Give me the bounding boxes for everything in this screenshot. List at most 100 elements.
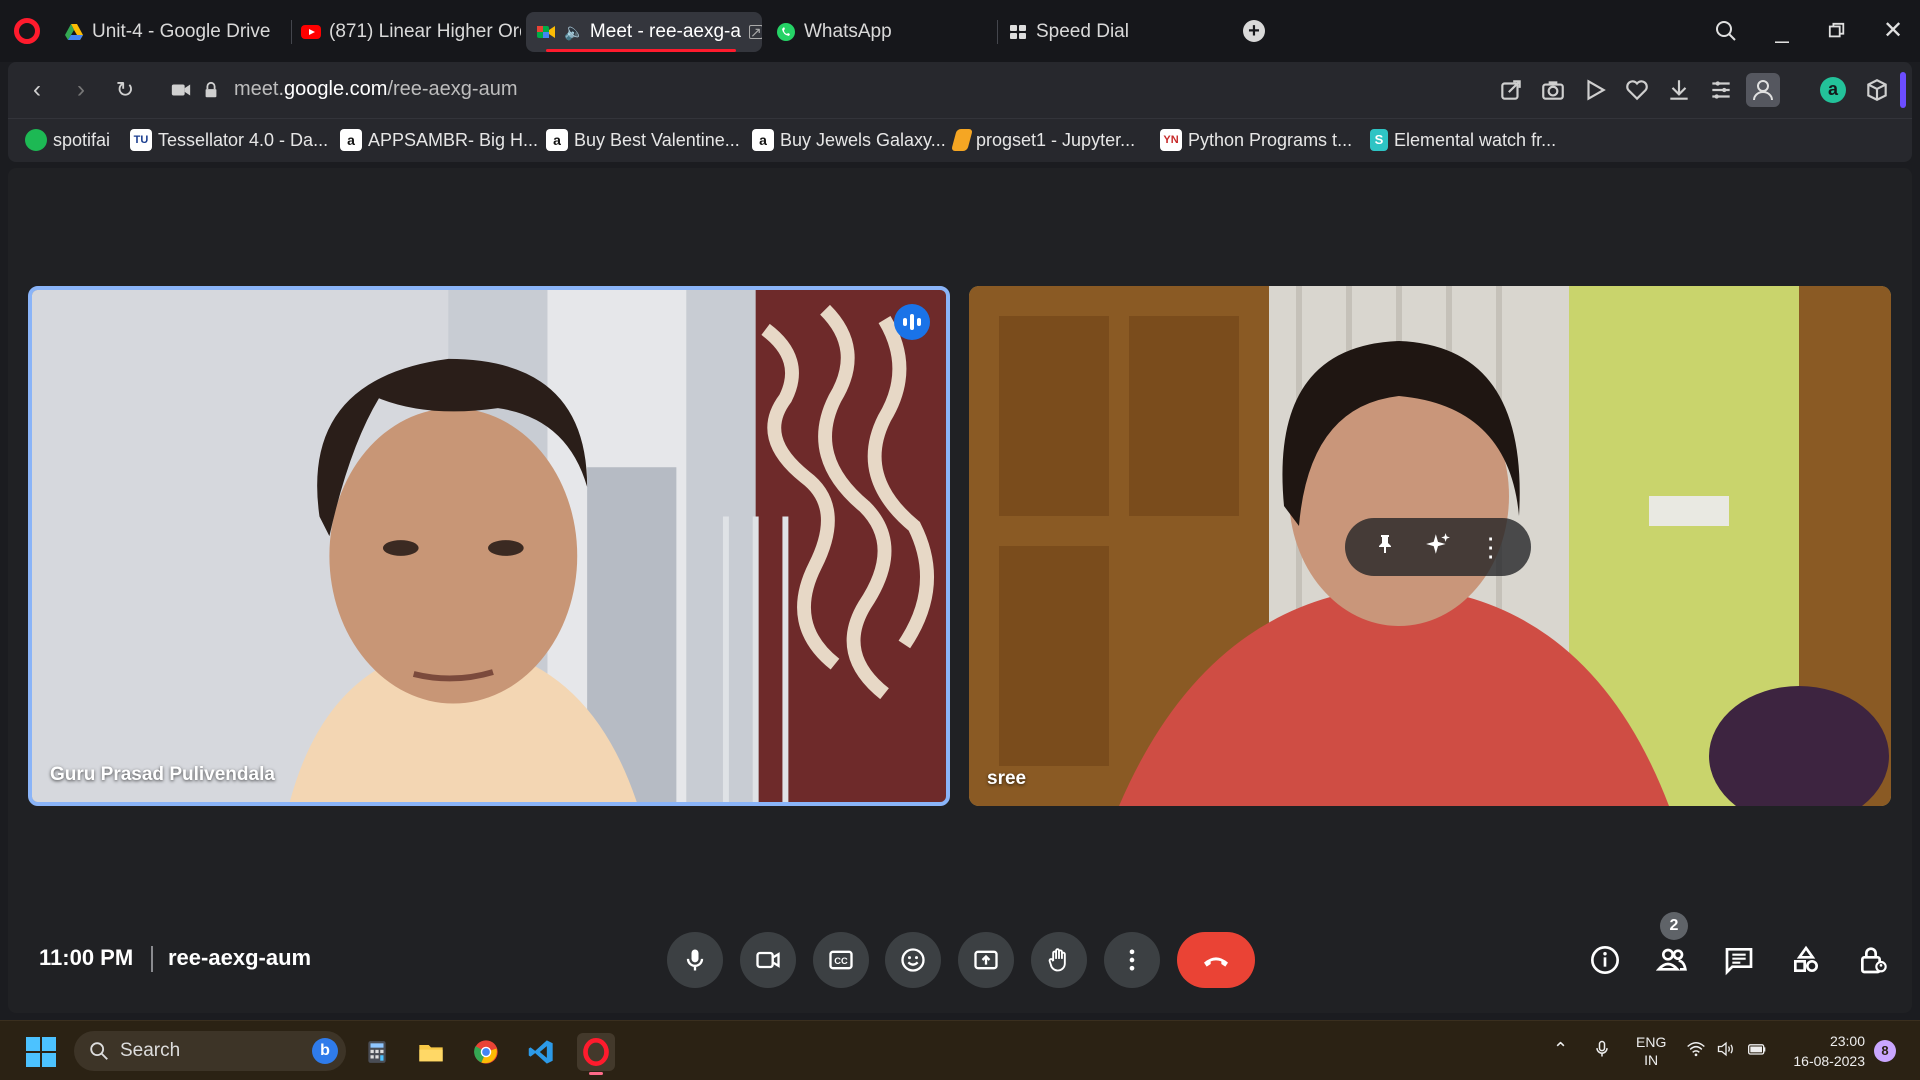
volume-icon[interactable] — [1716, 1039, 1736, 1064]
meeting-details-button[interactable] — [1585, 940, 1625, 980]
clock-date: 16-08-2023 — [1793, 1053, 1865, 1069]
url-field[interactable]: meet.google.com/ree-aexg-aum — [234, 78, 518, 101]
search-tabs-icon[interactable] — [1711, 16, 1741, 46]
reactions-button[interactable] — [885, 932, 941, 988]
pin-icon[interactable] — [1367, 532, 1403, 563]
youtube-icon — [301, 25, 321, 39]
url-prefix: meet. — [234, 78, 285, 100]
spotify-icon — [25, 129, 47, 151]
show-hidden-icons[interactable]: ⌃ — [1553, 1039, 1568, 1060]
lock-icon[interactable] — [196, 75, 226, 105]
visual-effects-icon[interactable] — [1420, 531, 1456, 564]
camera-in-use-icon[interactable] — [166, 75, 196, 105]
speed-dial-icon — [1010, 25, 1026, 39]
forward-button[interactable]: › — [66, 75, 96, 105]
windows-taskbar: Search b ⌃ ENG IN 23:00 16-08-2023 8 — [0, 1020, 1920, 1080]
player-icon[interactable] — [1582, 77, 1608, 103]
region-code: IN — [1644, 1052, 1659, 1068]
amazon-icon: a — [752, 129, 774, 151]
restore-button[interactable] — [1822, 16, 1852, 46]
snapshot-icon[interactable] — [1540, 77, 1566, 103]
tab-google-meet[interactable]: 🔈 Meet - ree-aexg-a ↗ — [526, 12, 762, 52]
bookmark-label: Buy Jewels Galaxy... — [780, 129, 946, 150]
chrome-app-icon[interactable] — [467, 1033, 505, 1071]
closed-captions-icon: CC — [829, 950, 853, 970]
notification-badge[interactable]: 8 — [1874, 1040, 1896, 1062]
minimize-button[interactable]: _ — [1767, 16, 1797, 46]
send-to-flow-icon[interactable] — [1498, 77, 1524, 103]
microphone-button[interactable] — [667, 932, 723, 988]
opera-menu-icon[interactable] — [14, 18, 40, 44]
bookmark-jewels[interactable]: a Buy Jewels Galaxy... — [752, 129, 946, 151]
bookmark-jupyter[interactable]: progset1 - Jupyter... — [951, 129, 1135, 151]
meeting-time: 11:00 PM — [39, 945, 134, 970]
input-language[interactable]: ENG IN — [1636, 1033, 1666, 1069]
system-clock[interactable]: 23:00 16-08-2023 — [1787, 1031, 1865, 1071]
activities-button[interactable] — [1786, 940, 1826, 980]
audio-playing-icon[interactable]: 🔈 — [564, 22, 584, 42]
active-app-indicator — [589, 1072, 603, 1075]
emoji-icon — [901, 948, 925, 972]
close-window-button[interactable]: ✕ — [1878, 16, 1908, 46]
bookmark-heart-icon[interactable] — [1624, 77, 1650, 103]
sidebar-accent-bar — [1900, 72, 1906, 108]
profile-avatar[interactable] — [1746, 73, 1780, 107]
bookmark-valentine[interactable]: a Buy Best Valentine... — [546, 129, 740, 151]
jupyter-icon — [951, 129, 973, 151]
url-domain: google.com — [284, 78, 388, 100]
vscode-app-icon[interactable] — [522, 1033, 560, 1071]
meeting-info-separator — [151, 946, 153, 972]
more-options-button[interactable] — [1104, 932, 1160, 988]
bookmark-appsambr[interactable]: a APPSAMBR- Big H... — [340, 129, 538, 151]
tab-label: Unit-4 - Google Drive — [92, 21, 271, 42]
camera-button[interactable] — [740, 932, 796, 988]
bookmark-label: Python Programs t... — [1188, 129, 1353, 150]
end-call-icon — [1204, 957, 1228, 967]
new-tab-button[interactable]: + — [1243, 20, 1265, 42]
raise-hand-icon — [1048, 948, 1066, 972]
crypto-wallet-icon[interactable] — [1864, 77, 1890, 103]
participant-count-badge: 2 — [1660, 912, 1688, 940]
host-controls-button[interactable] — [1853, 940, 1893, 980]
windows-start-icon[interactable] — [26, 1037, 56, 1067]
tab-speed-dial[interactable]: Speed Dial — [998, 12, 1218, 52]
chat-button[interactable] — [1719, 940, 1759, 980]
leave-call-button[interactable] — [1177, 932, 1255, 988]
participant-tile-guru[interactable]: Guru Prasad Pulivendala — [28, 286, 950, 806]
bookmark-spotifai[interactable]: spotifai — [25, 129, 110, 151]
present-screen-icon — [974, 950, 998, 970]
bookmark-label: APPSAMBR- Big H... — [368, 129, 539, 150]
present-screen-button[interactable] — [958, 932, 1014, 988]
people-button[interactable] — [1652, 940, 1692, 980]
more-options-icon[interactable]: ⋮ — [1473, 532, 1509, 563]
downloads-icon[interactable] — [1666, 77, 1692, 103]
microphone-in-use-icon[interactable] — [1592, 1039, 1612, 1064]
reload-button[interactable]: ↻ — [110, 75, 140, 105]
participant-tile-sree[interactable]: ⋮ sree — [969, 286, 1891, 806]
bing-icon[interactable]: b — [312, 1038, 338, 1064]
back-button[interactable]: ‹ — [22, 75, 52, 105]
battery-icon[interactable] — [1746, 1039, 1768, 1064]
tab-google-drive[interactable]: Unit-4 - Google Drive — [54, 12, 284, 52]
calculator-app-icon[interactable] — [358, 1033, 396, 1071]
bookmark-elemental-watch[interactable]: S Elemental watch fr... — [1370, 129, 1556, 151]
taskbar-search[interactable]: Search b — [74, 1031, 346, 1071]
tab-label: Speed Dial — [1036, 21, 1129, 42]
easy-setup-icon[interactable] — [1708, 77, 1734, 103]
chat-icon — [1725, 948, 1753, 976]
url-path: /ree-aexg-aum — [387, 78, 518, 100]
bookmark-python-programs[interactable]: YN Python Programs t... — [1160, 129, 1352, 151]
tab-youtube[interactable]: (871) Linear Higher Ord — [291, 12, 521, 52]
aria-ai-icon[interactable]: a — [1820, 77, 1846, 103]
tab-whatsapp[interactable]: WhatsApp — [766, 12, 986, 52]
amazon-icon: a — [546, 129, 568, 151]
file-explorer-app-icon[interactable] — [412, 1033, 450, 1071]
bookmark-tessellator[interactable]: TU Tessellator 4.0 - Da... — [130, 129, 328, 151]
opera-app-icon[interactable] — [577, 1033, 615, 1075]
raise-hand-button[interactable] — [1031, 932, 1087, 988]
wifi-icon[interactable] — [1686, 1039, 1706, 1064]
google-meet-icon — [537, 26, 555, 38]
detach-video-icon[interactable]: ↗ — [748, 25, 762, 39]
captions-button[interactable]: CC — [813, 932, 869, 988]
bookmark-label: Tessellator 4.0 - Da... — [158, 129, 329, 150]
